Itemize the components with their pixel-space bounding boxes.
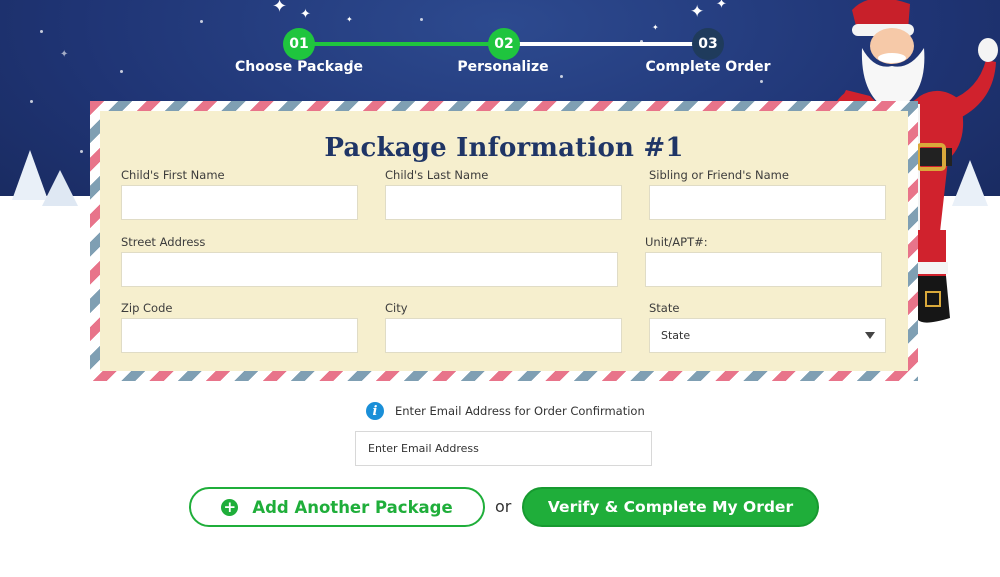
email-info-row: i Enter Email Address for Order Confirma… xyxy=(366,402,645,420)
step-connector-done xyxy=(300,42,504,46)
state-select[interactable]: State xyxy=(649,318,886,353)
email-info-text: Enter Email Address for Order Confirmati… xyxy=(395,404,645,418)
city-label: City xyxy=(385,301,408,315)
verify-order-button[interactable]: Verify & Complete My Order xyxy=(522,487,819,527)
add-package-label: Add Another Package xyxy=(252,497,453,517)
email-input[interactable]: Enter Email Address xyxy=(355,431,652,466)
or-separator: or xyxy=(495,497,512,516)
state-label: State xyxy=(649,301,680,315)
unit-field[interactable] xyxy=(645,252,882,287)
email-placeholder: Enter Email Address xyxy=(368,442,479,455)
package-title: Package Information #1 xyxy=(324,133,684,163)
unit-label: Unit/APT#: xyxy=(645,235,708,249)
chevron-down-icon xyxy=(865,332,875,339)
street-address-field[interactable] xyxy=(121,252,618,287)
zip-code-field[interactable] xyxy=(121,318,358,353)
step-2-label[interactable]: Personalize xyxy=(423,59,583,75)
info-icon: i xyxy=(366,402,384,420)
step-1-label[interactable]: Choose Package xyxy=(219,59,379,75)
zip-code-label: Zip Code xyxy=(121,301,173,315)
state-select-value: State xyxy=(661,329,691,342)
first-name-field[interactable] xyxy=(121,185,358,220)
step-3-badge: 03 xyxy=(692,28,724,60)
last-name-field[interactable] xyxy=(385,185,622,220)
step-connector-pending xyxy=(504,42,708,46)
add-package-button[interactable]: + Add Another Package xyxy=(189,487,485,527)
verify-order-label: Verify & Complete My Order xyxy=(547,498,794,516)
city-field[interactable] xyxy=(385,318,622,353)
first-name-label: Child's First Name xyxy=(121,168,225,182)
package-card: Package Information #1 Child's First Nam… xyxy=(100,111,908,371)
package-card-border: Package Information #1 Child's First Nam… xyxy=(90,101,918,381)
sibling-name-label: Sibling or Friend's Name xyxy=(649,168,789,182)
snowy-tree xyxy=(42,170,78,206)
sibling-name-field[interactable] xyxy=(649,185,886,220)
step-2-badge[interactable]: 02 xyxy=(488,28,520,60)
street-address-label: Street Address xyxy=(121,235,206,249)
plus-circle-icon: + xyxy=(221,498,239,516)
step-1-badge[interactable]: 01 xyxy=(283,28,315,60)
step-3-label: Complete Order xyxy=(645,59,771,75)
last-name-label: Child's Last Name xyxy=(385,168,489,182)
